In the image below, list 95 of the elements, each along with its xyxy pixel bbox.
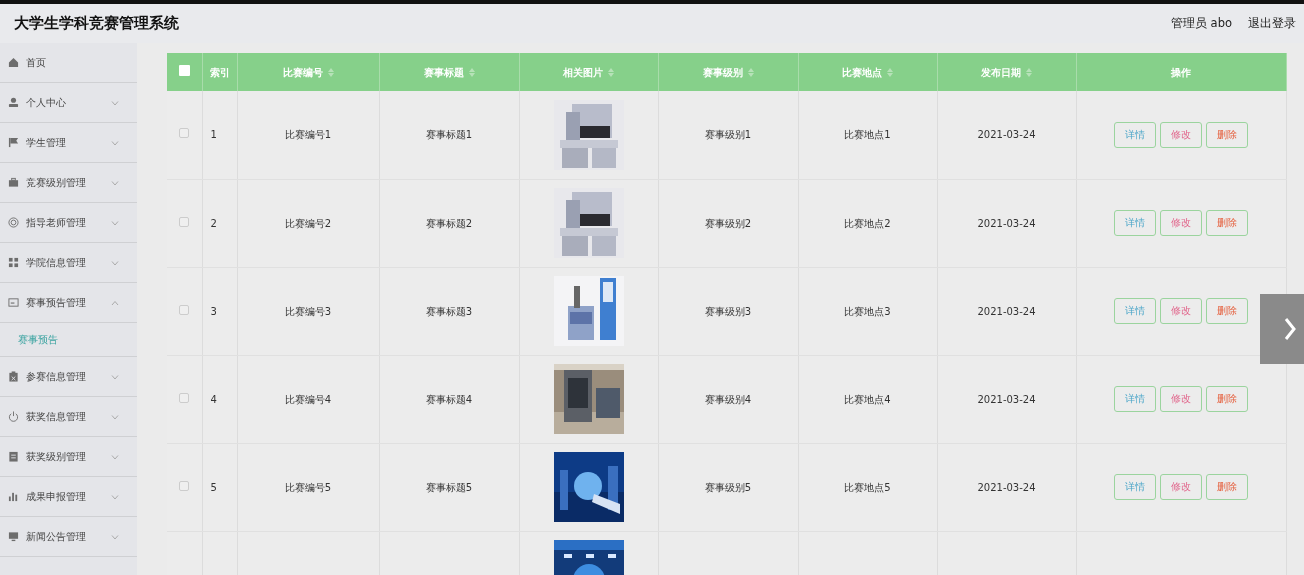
- table-cell: 赛事级别3: [704, 305, 752, 317]
- submenu-item[interactable]: 赛事预告: [0, 323, 137, 357]
- table-cell: 赛事级别2: [704, 217, 752, 229]
- sidebar-item[interactable]: 首页: [0, 43, 137, 83]
- user-label: 管理员 abo: [1170, 14, 1232, 32]
- table-cell: 3: [210, 305, 217, 317]
- column-header[interactable]: 相关图片: [563, 66, 603, 78]
- app-title: 大学生学科竞赛管理系统: [14, 13, 179, 33]
- column-header[interactable]: 比赛编号: [282, 66, 323, 78]
- table-cell: 比赛编号4: [284, 393, 332, 405]
- table-cell: 2021-03-24: [977, 129, 1036, 141]
- target-icon: [8, 217, 19, 228]
- table-cell: 赛事标题4: [425, 393, 473, 405]
- grid-icon: [8, 257, 19, 268]
- table-cell: 2021-03-24: [977, 481, 1036, 493]
- table-cell: 比赛编号3: [284, 305, 332, 317]
- row-checkbox[interactable]: [179, 304, 190, 315]
- sort-icon[interactable]: [608, 67, 614, 77]
- sidebar-item[interactable]: 获奖信息管理: [0, 397, 137, 437]
- edit-button[interactable]: 修改: [1160, 298, 1202, 324]
- row-checkbox[interactable]: [179, 128, 190, 139]
- sidebar-item[interactable]: 新闻公告管理: [0, 517, 137, 557]
- table-cell: 赛事级别5: [704, 481, 752, 493]
- power-icon: [8, 411, 19, 422]
- table-cell: 2021-03-24: [977, 393, 1036, 405]
- sidebar-item[interactable]: 学院信息管理: [0, 243, 137, 283]
- bar-chart-icon: [8, 491, 19, 502]
- select-all-checkbox[interactable]: [178, 64, 190, 76]
- table-cell: 比赛地点4: [844, 393, 891, 405]
- column-header[interactable]: 发布日期: [981, 66, 1021, 78]
- monitor-icon: [8, 531, 19, 542]
- flag-icon: [8, 137, 19, 148]
- sort-icon[interactable]: [747, 67, 754, 77]
- chevron-right-icon: [1284, 317, 1296, 341]
- sidebar-item[interactable]: 成果申报管理: [0, 477, 137, 517]
- table-cell: 比赛编号1: [284, 129, 332, 141]
- column-header[interactable]: 赛事级别: [702, 66, 743, 78]
- edit-button[interactable]: 修改: [1160, 121, 1202, 148]
- sidebar-item[interactable]: 学生管理: [0, 123, 137, 163]
- table-cell: 2: [210, 217, 217, 229]
- edit-button[interactable]: 修改: [1160, 474, 1202, 500]
- table-cell: 5: [210, 481, 217, 493]
- sidebar-item[interactable]: 获奖级别管理: [0, 437, 137, 477]
- table-cell: 赛事标题2: [425, 217, 473, 229]
- card-icon: [8, 297, 19, 308]
- table-cell: 比赛编号2: [284, 217, 332, 229]
- delete-button[interactable]: 删除: [1206, 210, 1248, 236]
- sort-icon[interactable]: [468, 67, 475, 77]
- edit-button[interactable]: 修改: [1160, 386, 1202, 412]
- row-checkbox[interactable]: [179, 392, 190, 403]
- detail-button[interactable]: 详情: [1114, 298, 1156, 324]
- table-cell: 赛事标题3: [425, 305, 473, 317]
- sidebar-item[interactable]: 赛事预告管理: [0, 283, 137, 323]
- table-cell: 赛事标题5: [425, 481, 473, 493]
- table-cell: 比赛地点3: [844, 305, 891, 317]
- sidebar-item[interactable]: 个人中心: [0, 83, 137, 123]
- column-header: 索引: [209, 66, 230, 78]
- table-cell: 1: [210, 129, 217, 141]
- detail-button[interactable]: 详情: [1114, 474, 1156, 500]
- row-checkbox[interactable]: [179, 216, 190, 227]
- delete-button[interactable]: 删除: [1206, 474, 1248, 500]
- home-icon: [8, 57, 19, 68]
- delete-button[interactable]: 删除: [1206, 121, 1248, 148]
- next-arrow-button[interactable]: [1260, 294, 1304, 364]
- edit-button[interactable]: 修改: [1160, 210, 1202, 236]
- detail-button[interactable]: 详情: [1114, 121, 1156, 148]
- person-icon: [8, 97, 19, 108]
- detail-button[interactable]: 详情: [1114, 386, 1156, 412]
- table-cell: 比赛地点2: [844, 217, 891, 229]
- document-icon: [8, 451, 19, 462]
- briefcase-icon: [8, 177, 19, 188]
- table-cell: 4: [210, 393, 217, 405]
- sort-icon[interactable]: [887, 67, 893, 77]
- column-header: 操作: [1171, 66, 1191, 78]
- detail-button[interactable]: 详情: [1114, 210, 1156, 236]
- table-cell: 比赛地点1: [844, 129, 891, 141]
- table-cell: 赛事级别1: [704, 129, 752, 141]
- sort-icon[interactable]: [327, 67, 334, 77]
- clipboard-icon: [8, 371, 19, 382]
- table-cell: 2021-03-24: [977, 217, 1036, 229]
- table-cell: 赛事标题1: [425, 129, 473, 141]
- delete-button[interactable]: 删除: [1206, 298, 1248, 324]
- table-cell: 比赛编号5: [284, 481, 332, 493]
- sidebar-item[interactable]: 指导老师管理: [0, 203, 137, 243]
- table-cell: 赛事级别4: [704, 393, 752, 405]
- table-cell: 2021-03-24: [977, 305, 1036, 317]
- sort-icon[interactable]: [1026, 67, 1032, 77]
- table-cell: 比赛地点5: [844, 481, 891, 493]
- sidebar-item[interactable]: 参赛信息管理: [0, 357, 137, 397]
- delete-button[interactable]: 删除: [1206, 386, 1248, 412]
- row-checkbox[interactable]: [179, 480, 190, 491]
- logout-link[interactable]: 退出登录: [1248, 14, 1296, 33]
- column-header[interactable]: 赛事标题: [423, 66, 464, 78]
- column-header[interactable]: 比赛地点: [842, 66, 882, 78]
- sidebar-item[interactable]: 竞赛级别管理: [0, 163, 137, 203]
